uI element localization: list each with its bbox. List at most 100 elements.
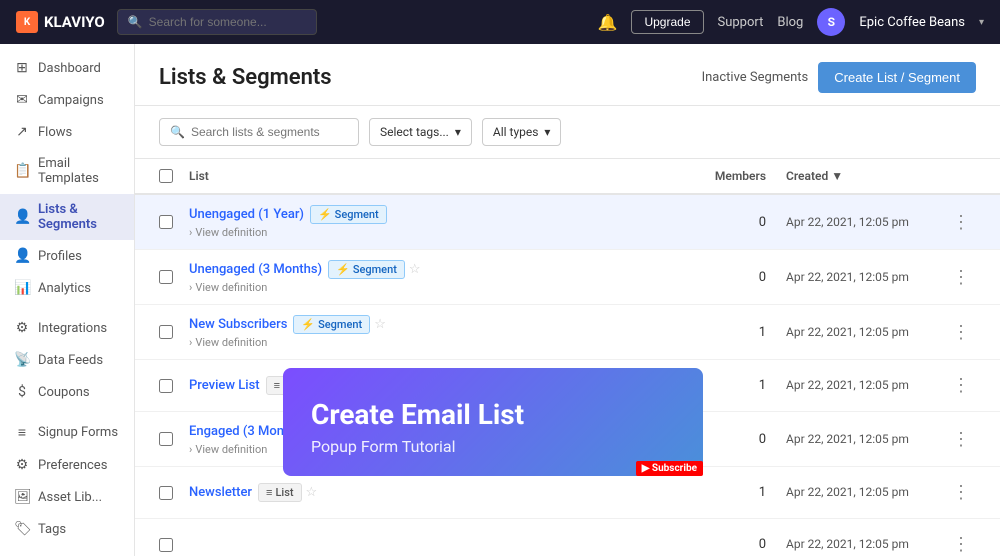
tags-chevron-icon: ▾ bbox=[455, 125, 461, 139]
actions-cell: ⋮ bbox=[946, 480, 976, 505]
sidebar-item-analytics[interactable]: 📊 Analytics bbox=[0, 272, 134, 304]
sidebar-item-tags[interactable]: 🏷 Tags bbox=[0, 513, 134, 545]
star-icon[interactable]: ☆ bbox=[409, 262, 421, 277]
youtube-subscribe-badge[interactable]: ▶ Subscribe bbox=[636, 461, 703, 476]
upgrade-button[interactable]: Upgrade bbox=[631, 10, 703, 34]
type-chevron-icon: ▾ bbox=[544, 125, 550, 139]
row-checkbox[interactable] bbox=[159, 486, 189, 500]
view-definition-link[interactable]: › View definition bbox=[189, 226, 686, 239]
view-definition-link[interactable]: › View definition bbox=[189, 281, 686, 294]
dashboard-icon: ⊞ bbox=[14, 60, 30, 76]
type-filter[interactable]: All types ▾ bbox=[482, 118, 562, 146]
sidebar-label: Data Feeds bbox=[38, 353, 103, 368]
row-checkbox[interactable] bbox=[159, 379, 189, 393]
more-options-button[interactable]: ⋮ bbox=[946, 480, 976, 505]
data-feeds-icon: 📡 bbox=[14, 352, 30, 368]
more-options-button[interactable]: ⋮ bbox=[946, 373, 976, 398]
header-created[interactable]: Created ▼ bbox=[786, 169, 946, 183]
table-row: Unengaged (1 Year) ⚡Segment › View defin… bbox=[135, 195, 1000, 250]
row-checkbox-input[interactable] bbox=[159, 538, 173, 552]
row-checkbox[interactable] bbox=[159, 538, 189, 552]
sidebar-item-lists-segments[interactable]: 👤 Lists & Segments bbox=[0, 194, 134, 240]
segment-badge: ⚡Segment bbox=[328, 260, 405, 279]
list-cell: Unengaged (3 Months) ⚡Segment ☆ › View d… bbox=[189, 260, 686, 294]
email-templates-icon: 📋 bbox=[14, 163, 30, 179]
row-checkbox[interactable] bbox=[159, 432, 189, 446]
select-all-checkbox[interactable] bbox=[159, 169, 173, 183]
list-cell: Newsletter ≡List ☆ bbox=[189, 483, 686, 502]
row-checkbox[interactable] bbox=[159, 270, 189, 284]
more-options-button[interactable]: ⋮ bbox=[946, 210, 976, 235]
actions-cell: ⋮ bbox=[946, 373, 976, 398]
chevron-right-icon: › bbox=[189, 226, 192, 239]
tags-filter-label: Select tags... bbox=[380, 125, 449, 139]
row-checkbox-input[interactable] bbox=[159, 486, 173, 500]
list-name-link[interactable]: Unengaged (1 Year) bbox=[189, 207, 304, 222]
star-icon[interactable]: ☆ bbox=[374, 317, 386, 332]
sidebar-item-signup-forms[interactable]: ≡ Signup Forms bbox=[0, 416, 134, 449]
star-icon[interactable]: ☆ bbox=[306, 485, 318, 500]
sort-desc-icon: ▼ bbox=[831, 169, 843, 183]
list-name-link[interactable]: New Subscribers bbox=[189, 317, 287, 332]
list-icon: ≡ bbox=[274, 379, 280, 392]
logo[interactable]: K KLAVIYO bbox=[16, 11, 105, 33]
nav-right: 🔔 Upgrade Support Blog S Epic Coffee Bea… bbox=[598, 8, 984, 36]
row-checkbox-input[interactable] bbox=[159, 379, 173, 393]
search-filter[interactable]: 🔍 bbox=[159, 118, 359, 146]
actions-cell: ⋮ bbox=[946, 210, 976, 235]
members-count: 0 bbox=[759, 270, 766, 285]
sidebar-item-email-templates[interactable]: 📋 Email Templates bbox=[0, 148, 134, 194]
row-checkbox-input[interactable] bbox=[159, 432, 173, 446]
global-search[interactable]: 🔍 bbox=[117, 9, 317, 35]
row-checkbox-input[interactable] bbox=[159, 215, 173, 229]
list-cell: Unengaged (1 Year) ⚡Segment › View defin… bbox=[189, 205, 686, 239]
actions-cell: ⋮ bbox=[946, 320, 976, 345]
list-name-link[interactable]: Preview List bbox=[189, 378, 260, 393]
user-menu-chevron-icon[interactable]: ▾ bbox=[979, 17, 984, 28]
row-checkbox[interactable] bbox=[159, 215, 189, 229]
create-list-segment-button[interactable]: Create List / Segment bbox=[818, 62, 976, 93]
sidebar-label: Profiles bbox=[38, 249, 82, 264]
list-name-row: New Subscribers ⚡Segment ☆ bbox=[189, 315, 686, 334]
more-options-button[interactable]: ⋮ bbox=[946, 320, 976, 345]
analytics-icon: 📊 bbox=[14, 280, 30, 296]
more-options-button[interactable]: ⋮ bbox=[946, 532, 976, 556]
sidebar-item-asset-lib[interactable]: 🖼 Asset Lib... bbox=[0, 481, 134, 513]
inactive-segments-link[interactable]: Inactive Segments bbox=[702, 70, 809, 85]
row-checkbox-input[interactable] bbox=[159, 270, 173, 284]
avatar[interactable]: S bbox=[817, 8, 845, 36]
sidebar-item-integrations[interactable]: ⚙ Integrations bbox=[0, 312, 134, 344]
chevron-right-icon: › bbox=[189, 443, 192, 456]
table-header-row: List Members Created ▼ bbox=[135, 159, 1000, 195]
blog-link[interactable]: Blog bbox=[777, 15, 803, 30]
header-checkbox[interactable] bbox=[159, 169, 189, 183]
list-name-link[interactable]: Newsletter bbox=[189, 485, 252, 500]
notification-bell-icon[interactable]: 🔔 bbox=[598, 13, 618, 32]
row-checkbox[interactable] bbox=[159, 325, 189, 339]
type-filter-label: All types bbox=[493, 125, 539, 139]
support-link[interactable]: Support bbox=[718, 15, 764, 30]
tags-filter[interactable]: Select tags... ▾ bbox=[369, 118, 472, 146]
sidebar-item-profiles[interactable]: 👤 Profiles bbox=[0, 240, 134, 272]
more-options-button[interactable]: ⋮ bbox=[946, 427, 976, 452]
sidebar-label: Asset Lib... bbox=[38, 490, 102, 505]
view-definition-link[interactable]: › View definition bbox=[189, 336, 686, 349]
sidebar-item-coupons[interactable]: $ Coupons bbox=[0, 376, 134, 408]
row-checkbox-input[interactable] bbox=[159, 325, 173, 339]
filters-bar: 🔍 Select tags... ▾ All types ▾ bbox=[135, 106, 1000, 159]
search-filter-icon: 🔍 bbox=[170, 125, 185, 139]
search-input[interactable] bbox=[149, 15, 306, 29]
more-options-button[interactable]: ⋮ bbox=[946, 265, 976, 290]
sidebar: ⊞ Dashboard ✉ Campaigns ↗ Flows 📋 Email … bbox=[0, 44, 135, 556]
sidebar-label: Flows bbox=[38, 125, 72, 140]
sidebar-item-preferences[interactable]: ⚙ Preferences bbox=[0, 449, 134, 481]
members-count: 0 bbox=[759, 537, 766, 552]
sidebar-item-data-feeds[interactable]: 📡 Data Feeds bbox=[0, 344, 134, 376]
list-name-link[interactable]: Unengaged (3 Months) bbox=[189, 262, 322, 277]
header-actions-col bbox=[946, 169, 976, 183]
sidebar-label: Lists & Segments bbox=[38, 202, 120, 232]
sidebar-item-flows[interactable]: ↗ Flows bbox=[0, 116, 134, 148]
sidebar-item-campaigns[interactable]: ✉ Campaigns bbox=[0, 84, 134, 116]
sidebar-item-dashboard[interactable]: ⊞ Dashboard bbox=[0, 52, 134, 84]
search-lists-input[interactable] bbox=[191, 125, 348, 139]
